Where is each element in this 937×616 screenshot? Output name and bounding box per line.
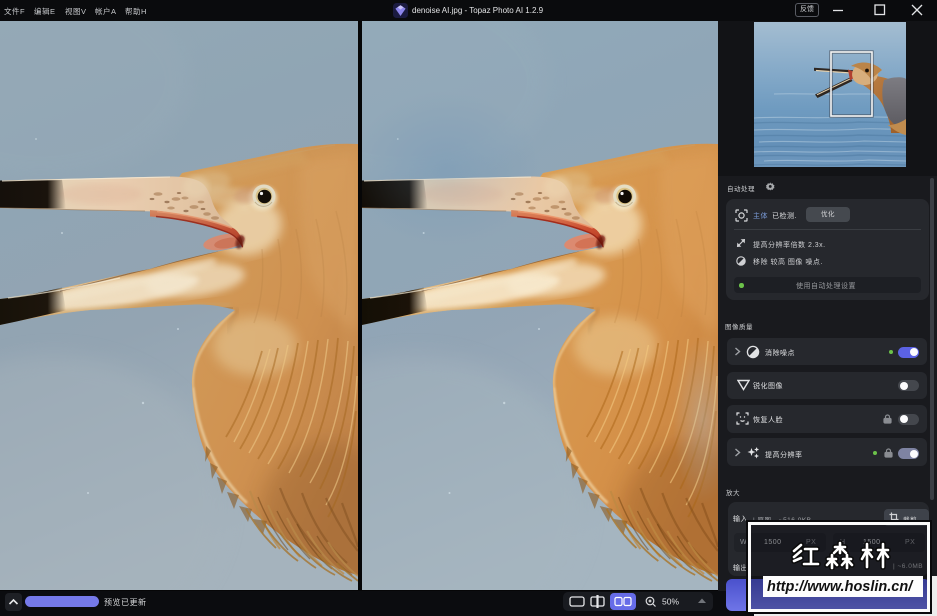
svg-text:50%: 50% — [662, 597, 679, 607]
